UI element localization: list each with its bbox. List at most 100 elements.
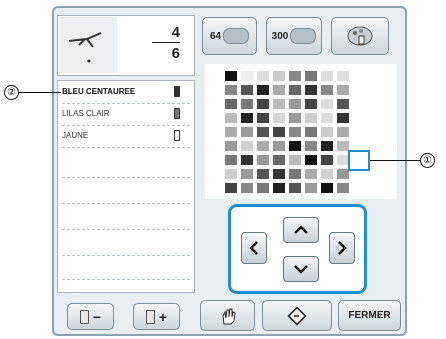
color-swatch[interactable]	[224, 182, 238, 194]
current-color-index: 4	[171, 24, 180, 41]
color-swatch[interactable]	[224, 154, 238, 166]
color-swatch[interactable]	[336, 70, 350, 82]
move-up-button[interactable]	[283, 217, 319, 243]
color-swatch[interactable]	[240, 98, 254, 110]
color-swatch[interactable]	[320, 98, 334, 110]
color-swatch[interactable]	[320, 84, 334, 96]
color-swatch[interactable]	[256, 154, 270, 166]
color-swatch[interactable]	[240, 126, 254, 138]
close-button[interactable]: FERMER	[338, 300, 401, 331]
chevron-up-icon	[294, 225, 308, 234]
color-swatch[interactable]	[272, 154, 286, 166]
move-right-button[interactable]	[329, 232, 355, 264]
color-swatch[interactable]	[256, 140, 270, 152]
custom-palette-button[interactable]	[331, 17, 389, 55]
color-swatch[interactable]	[224, 140, 238, 152]
color-swatch[interactable]	[336, 112, 350, 124]
row-divider	[62, 255, 190, 256]
color-swatch[interactable]	[320, 70, 334, 82]
palette-64-button[interactable]: 64	[202, 17, 257, 55]
color-swatch[interactable]	[256, 84, 270, 96]
color-swatch[interactable]	[288, 154, 302, 166]
color-swatch[interactable]	[320, 126, 334, 138]
row-divider	[62, 103, 190, 104]
color-swatch[interactable]	[304, 70, 318, 82]
color-swatch[interactable]	[224, 70, 238, 82]
color-swatch[interactable]	[288, 112, 302, 124]
move-down-button[interactable]	[283, 256, 319, 282]
color-swatch[interactable]	[256, 182, 270, 194]
thread-name: BLEU CENTAUREE	[62, 87, 136, 96]
color-swatch[interactable]	[224, 84, 238, 96]
color-swatch[interactable]	[272, 140, 286, 152]
hand-icon	[221, 308, 236, 324]
remove-thread-button[interactable]: −	[67, 303, 114, 330]
color-swatch[interactable]	[336, 182, 350, 194]
color-swatch[interactable]	[304, 98, 318, 110]
spool-icon	[79, 309, 89, 324]
color-swatch[interactable]	[288, 140, 302, 152]
color-swatch[interactable]	[240, 112, 254, 124]
color-swatch[interactable]	[240, 84, 254, 96]
color-swatch[interactable]	[272, 168, 286, 180]
callout-1: ①	[420, 153, 435, 168]
color-swatch[interactable]	[288, 168, 302, 180]
color-swatch[interactable]	[304, 182, 318, 194]
color-swatch[interactable]	[336, 126, 350, 138]
color-swatch[interactable]	[304, 168, 318, 180]
color-swatch[interactable]	[272, 112, 286, 124]
color-swatch[interactable]	[240, 182, 254, 194]
color-swatch[interactable]	[320, 154, 334, 166]
color-swatch[interactable]	[336, 98, 350, 110]
color-swatch[interactable]	[272, 98, 286, 110]
palette-300-button[interactable]: 300	[266, 17, 322, 55]
color-swatch[interactable]	[224, 98, 238, 110]
color-swatch[interactable]	[320, 182, 334, 194]
callout-1-leader	[370, 160, 420, 161]
reset-button[interactable]	[262, 300, 332, 331]
color-swatch[interactable]	[224, 112, 238, 124]
color-swatch[interactable]	[240, 140, 254, 152]
color-swatch[interactable]	[256, 126, 270, 138]
color-swatch[interactable]	[320, 140, 334, 152]
chevron-right-icon	[338, 241, 347, 255]
color-swatch[interactable]	[272, 126, 286, 138]
color-swatch[interactable]	[288, 70, 302, 82]
color-swatch[interactable]	[256, 112, 270, 124]
hand-button[interactable]	[200, 300, 255, 331]
color-swatch[interactable]	[256, 70, 270, 82]
color-swatch[interactable]	[304, 126, 318, 138]
spool-icon	[174, 130, 180, 141]
color-swatch[interactable]	[288, 126, 302, 138]
color-swatch[interactable]	[320, 168, 334, 180]
plus-label: +	[158, 308, 168, 325]
color-swatch[interactable]	[304, 140, 318, 152]
move-left-button[interactable]	[241, 232, 267, 264]
color-swatch[interactable]	[320, 112, 334, 124]
color-swatch[interactable]	[336, 84, 350, 96]
color-swatch[interactable]	[240, 168, 254, 180]
color-swatch[interactable]	[240, 154, 254, 166]
color-swatch[interactable]	[288, 98, 302, 110]
color-swatch[interactable]	[304, 84, 318, 96]
color-swatch[interactable]	[256, 98, 270, 110]
thread-row-selected[interactable]: BLEU CENTAUREE	[58, 81, 194, 103]
color-swatch[interactable]	[288, 182, 302, 194]
color-swatch[interactable]	[224, 126, 238, 138]
row-divider	[62, 279, 190, 280]
color-swatch[interactable]	[304, 112, 318, 124]
color-swatch[interactable]	[256, 168, 270, 180]
color-swatch[interactable]	[304, 154, 318, 166]
thread-row[interactable]: JAUNE	[58, 125, 194, 147]
callout-2: ②	[4, 85, 19, 100]
color-swatch[interactable]	[240, 70, 254, 82]
add-thread-button[interactable]: +	[133, 303, 180, 330]
row-divider	[62, 147, 190, 148]
color-swatch[interactable]	[288, 84, 302, 96]
color-swatch[interactable]	[272, 182, 286, 194]
color-swatch[interactable]	[224, 168, 238, 180]
chevron-left-icon	[249, 241, 258, 255]
color-swatch[interactable]	[272, 70, 286, 82]
thread-row[interactable]: LILAS CLAIR	[58, 103, 194, 125]
color-swatch[interactable]	[272, 84, 286, 96]
